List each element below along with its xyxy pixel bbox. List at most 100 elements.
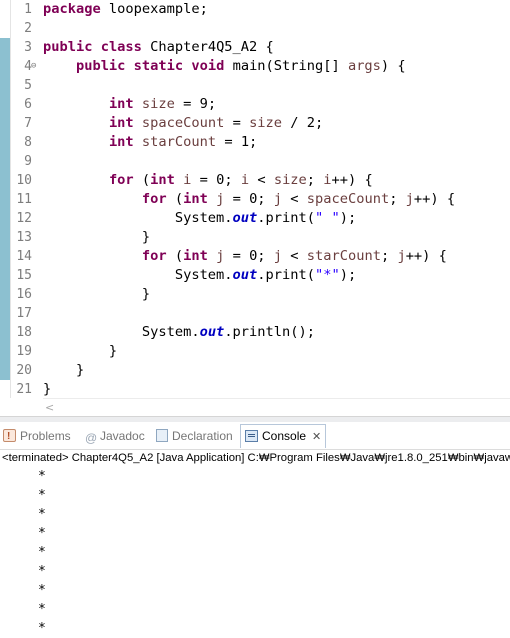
code-line[interactable]: } bbox=[43, 285, 150, 304]
token-kw: for bbox=[141, 248, 167, 264]
code-line[interactable]: for (int j = 0; j < starCount; j++) { bbox=[43, 247, 447, 266]
token-var: i bbox=[240, 172, 250, 188]
code-line[interactable]: package loopexample; bbox=[43, 0, 208, 19]
tab-declaration-label: Declaration bbox=[172, 429, 233, 443]
change-marker bbox=[0, 228, 10, 247]
token: = 0; bbox=[224, 248, 274, 264]
line-number: 5 bbox=[24, 78, 32, 93]
line-number: 17 bbox=[16, 306, 32, 321]
token-kw: void bbox=[191, 58, 225, 74]
console-status-line: <terminated> Chapter4Q5_A2 [Java Applica… bbox=[2, 452, 510, 464]
console-output-line: * bbox=[38, 526, 46, 541]
token: = 0; bbox=[224, 191, 274, 207]
token: < bbox=[249, 172, 274, 188]
change-marker bbox=[0, 247, 10, 266]
token: } bbox=[43, 343, 118, 359]
change-marker bbox=[0, 190, 10, 209]
token: ( bbox=[166, 248, 184, 264]
token-var: spaceCount bbox=[141, 115, 225, 131]
change-marker bbox=[0, 152, 10, 171]
token-var: j bbox=[405, 191, 414, 207]
token: ; bbox=[306, 172, 324, 188]
horizontal-scrollbar[interactable]: < bbox=[43, 398, 510, 417]
scroll-left-arrow-icon[interactable]: < bbox=[45, 399, 54, 417]
token-var: args bbox=[347, 58, 381, 74]
token-kw: class bbox=[100, 39, 142, 55]
token: .println(); bbox=[224, 324, 315, 340]
token-kw: for bbox=[108, 172, 134, 188]
change-marker bbox=[0, 285, 10, 304]
token: } bbox=[43, 286, 151, 302]
token-var: size bbox=[273, 172, 307, 188]
token-kw: public bbox=[43, 39, 93, 55]
tab-declaration[interactable]: Declaration bbox=[156, 426, 233, 446]
code-line[interactable]: System.out.println(); bbox=[43, 323, 315, 342]
tab-javadoc[interactable]: @ Javadoc bbox=[85, 426, 145, 446]
code-line[interactable]: System.out.print("*"); bbox=[43, 266, 356, 285]
console-output-line: * bbox=[38, 621, 46, 636]
code-line[interactable]: int spaceCount = size / 2; bbox=[43, 114, 323, 133]
code-line[interactable]: public static void main(String[] args) { bbox=[43, 57, 406, 76]
code-line[interactable]: } bbox=[43, 228, 150, 247]
token: ( bbox=[133, 172, 151, 188]
token: } bbox=[43, 229, 151, 245]
token: ); bbox=[339, 210, 357, 226]
line-number: 19 bbox=[16, 344, 32, 359]
token-str: " " bbox=[314, 210, 340, 226]
tab-problems[interactable]: Problems bbox=[3, 426, 71, 447]
console-output-line: * bbox=[38, 545, 46, 560]
token-kw: int bbox=[150, 172, 175, 188]
change-marker bbox=[0, 304, 10, 323]
token: ( bbox=[166, 191, 184, 207]
code-line[interactable]: int size = 9; bbox=[43, 95, 216, 114]
code-line[interactable]: System.out.print(" "); bbox=[43, 209, 356, 228]
change-marker bbox=[0, 266, 10, 285]
code-line[interactable]: } bbox=[43, 380, 51, 398]
tab-console[interactable]: Console ✕ bbox=[240, 424, 327, 448]
token-var: size bbox=[141, 96, 175, 112]
token-var: j bbox=[273, 248, 283, 264]
change-marker bbox=[0, 361, 10, 380]
token: = 0; bbox=[191, 172, 241, 188]
token: = bbox=[224, 115, 250, 131]
line-number: 9 bbox=[24, 154, 32, 169]
token-kw: int bbox=[108, 96, 134, 112]
token-kw: int bbox=[108, 115, 134, 131]
code-line[interactable]: int starCount = 1; bbox=[43, 133, 257, 152]
change-marker bbox=[0, 133, 10, 152]
code-line[interactable]: for (int j = 0; j < spaceCount; j++) { bbox=[43, 190, 455, 209]
line-number: 1 bbox=[24, 2, 32, 17]
code-line[interactable]: } bbox=[43, 342, 117, 361]
close-icon[interactable]: ✕ bbox=[312, 431, 321, 443]
token: = 9; bbox=[174, 96, 217, 112]
token: ++) { bbox=[405, 248, 447, 264]
code-line[interactable]: public class Chapter4Q5_A2 { bbox=[43, 38, 274, 57]
token: System. bbox=[43, 324, 200, 340]
fold-toggle-icon[interactable]: ⊖ bbox=[31, 57, 39, 76]
token: System. bbox=[43, 210, 233, 226]
token-fld: out bbox=[232, 267, 258, 283]
tab-console-label: Console bbox=[262, 429, 307, 443]
line-number: 21 bbox=[16, 382, 32, 397]
line-number: 20 bbox=[16, 363, 32, 378]
token-kw: int bbox=[108, 134, 134, 150]
console-output-line: * bbox=[38, 583, 46, 598]
code-editor[interactable]: 1 package loopexample; 2 3 public class Chap… bbox=[0, 0, 510, 398]
token: < bbox=[282, 191, 307, 207]
token-kw: static bbox=[133, 58, 184, 74]
change-marker bbox=[0, 323, 10, 342]
code-line[interactable]: for (int i = 0; i < size; i++) { bbox=[43, 171, 373, 190]
code-line[interactable]: } bbox=[43, 361, 84, 380]
token-fld: out bbox=[232, 210, 258, 226]
token-kw: int bbox=[183, 191, 208, 207]
console-output[interactable]: * * * * * * * * * bbox=[0, 467, 510, 638]
